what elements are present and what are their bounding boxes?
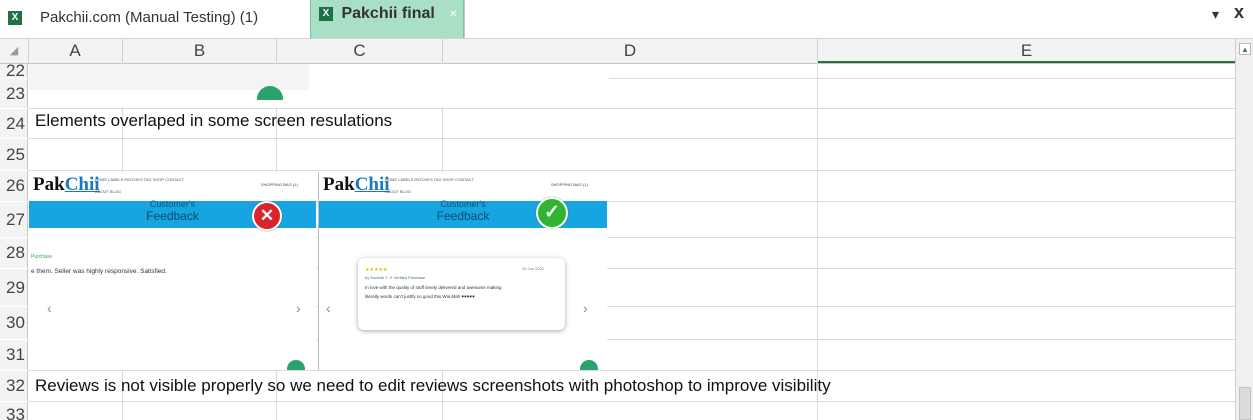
column-header-e[interactable]: E [818, 39, 1236, 63]
row-gridline [28, 138, 1235, 139]
row-header-22[interactable]: 22 [0, 64, 28, 78]
tab-label: Pakchii final [341, 5, 435, 22]
review-line-1: In love with the quality of stuff timely… [365, 285, 502, 290]
tab-label: Pakchii.com (Manual Testing) (1) [40, 9, 259, 26]
column-header-a[interactable]: A [28, 39, 123, 63]
review-date: 10 Jun 2022 [522, 266, 545, 271]
row-header-23[interactable]: 23 [0, 79, 28, 108]
close-window-icon[interactable]: x [1234, 2, 1244, 23]
purchase-label: Purchase [31, 254, 53, 260]
chat-bubble-icon [287, 360, 305, 370]
screenshot-passed-layout[interactable]: PakChii HOME LABELS PATCHES TAG SHOP CON… [318, 172, 607, 370]
scrollbar-thumb[interactable] [1239, 387, 1251, 420]
chevron-down-icon[interactable]: ▾ [1212, 6, 1219, 23]
excel-icon: X [8, 4, 26, 32]
nav-menu-row1: HOME LABELS PATCHES TAG SHOP CONTACT [95, 177, 185, 182]
reviewer-name: by Sumbla Y. ✔ Verified Purchase [365, 275, 426, 280]
screenshot-failed-layout[interactable]: PakChii HOME LABELS PATCHES TAG SHOP CON… [29, 172, 316, 370]
row-header-24[interactable]: 24 [0, 109, 28, 138]
row-header-31[interactable]: 31 [0, 340, 28, 370]
cell-a24-text[interactable]: Elements overlaped in some screen resula… [35, 111, 392, 131]
row-header-27[interactable]: 27 [0, 202, 28, 237]
column-gridline [817, 63, 818, 420]
shopping-bag-label: SHOPPING BAG (1) [551, 182, 588, 187]
carousel-prev-icon[interactable]: ‹ [47, 300, 52, 316]
close-tab-icon[interactable]: × [449, 5, 457, 21]
row-gridline [28, 370, 1235, 371]
row-header-26[interactable]: 26 [0, 171, 28, 201]
row-gridline [28, 401, 1235, 402]
vertical-scrollbar[interactable]: ▲ [1235, 39, 1253, 420]
logo-text-a: Pak [323, 174, 355, 195]
select-all-corner[interactable]: ◢ [0, 39, 29, 63]
row-header-33[interactable]: 33 [0, 402, 28, 420]
nav-menu-row2: ABOUT BLOG [385, 189, 411, 194]
row-gridline [28, 170, 1235, 171]
logo-text-a: Pak [33, 174, 65, 195]
review-line-2: literally words can't justify so good th… [365, 294, 475, 299]
cell-a32-text[interactable]: Reviews is not visible properly so we ne… [35, 376, 831, 396]
shopping-bag-label: SHOPPING BAG (1) [261, 182, 298, 187]
brand-logo: PakChii [323, 174, 390, 196]
image-remnant-top [29, 64, 609, 107]
nav-menu-row1: HOME LABELS PATCHES TAG SHOP CONTACT [385, 177, 475, 182]
excel-icon: X [319, 6, 333, 21]
row-header-25[interactable]: 25 [0, 139, 28, 170]
row-header-28[interactable]: 28 [0, 238, 28, 268]
row-header-32[interactable]: 32 [0, 371, 28, 401]
carousel-next-icon[interactable]: › [296, 300, 301, 316]
rating-stars: ★★★★★ [365, 267, 388, 273]
carousel-prev-icon[interactable]: ‹ [326, 300, 331, 316]
scroll-up-icon[interactable]: ▲ [1239, 43, 1251, 55]
column-header-d[interactable]: D [443, 39, 818, 63]
column-header-bar: ◢ A B C D E [0, 39, 1236, 64]
tab-divider [464, 0, 465, 38]
row-header-30[interactable]: 30 [0, 307, 28, 339]
pass-check-icon: ✓ [536, 197, 568, 229]
tab-pakchii-final[interactable]: X Pakchii final × [310, 0, 464, 38]
column-header-c[interactable]: C [277, 39, 443, 63]
carousel-next-icon[interactable]: › [583, 300, 588, 316]
brand-logo: PakChii [33, 174, 100, 196]
sheet-tab-bar: X Pakchii.com (Manual Testing) (1) X Pak… [0, 0, 1253, 39]
chat-bubble-icon [580, 360, 598, 370]
review-card: ★★★★★ 10 Jun 2022 by Sumbla Y. ✔ Verifie… [358, 258, 565, 330]
tab-pakchii-manual-testing[interactable]: Pakchii.com (Manual Testing) (1) [40, 4, 258, 32]
fail-x-icon: ✕ [252, 201, 282, 231]
column-header-b[interactable]: B [123, 39, 277, 63]
review-text: e them. Seller was highly responsive. Sa… [31, 268, 167, 275]
row-header-29[interactable]: 29 [0, 269, 28, 306]
row-gridline [28, 108, 1235, 109]
nav-menu-row2: ABOUT BLOG [95, 189, 121, 194]
